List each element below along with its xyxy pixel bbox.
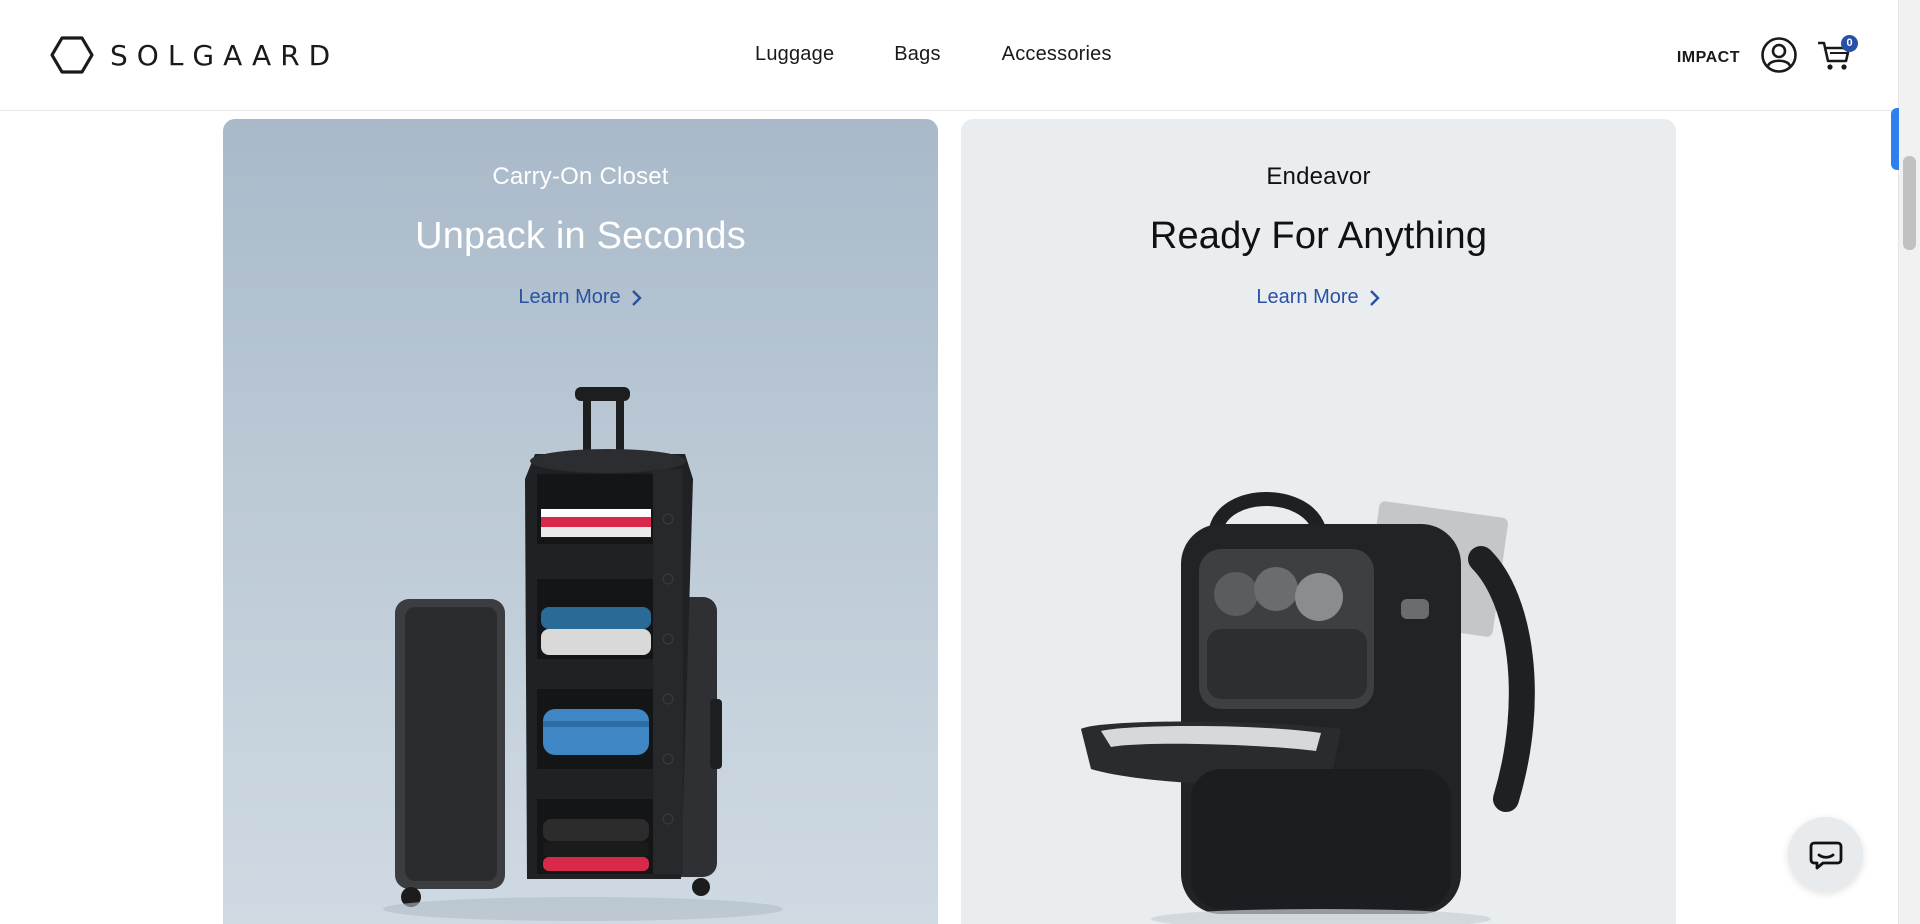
card-title: Ready For Anything: [1149, 215, 1488, 257]
learn-more-link[interactable]: Learn More: [961, 286, 1676, 309]
brand-name: SOLGAARD: [110, 38, 340, 72]
endeavor-card[interactable]: Endeavor Ready For Anything Learn More: [961, 119, 1676, 924]
nav-bags[interactable]: Bags: [894, 43, 940, 66]
endeavor-backpack-image: [1081, 492, 1535, 924]
hexagon-logo-icon: [50, 36, 94, 74]
site-header: SOLGAARD Luggage Bags Accessories IMPACT…: [0, 0, 1898, 111]
learn-more-link[interactable]: Learn More: [223, 286, 938, 309]
cart-count-badge: 0: [1841, 35, 1858, 52]
side-accent-tab[interactable]: [1891, 108, 1899, 170]
nav-luggage[interactable]: Luggage: [755, 43, 834, 66]
chat-icon: [1809, 841, 1842, 869]
page-scrollbar[interactable]: [1898, 0, 1920, 924]
learn-more-label: Learn More: [518, 286, 621, 308]
account-icon: [1761, 37, 1797, 73]
card-kicker: Endeavor: [1266, 163, 1371, 190]
card-title: Unpack in Seconds: [415, 215, 746, 257]
account-button[interactable]: [1760, 36, 1798, 79]
card-kicker: Carry-On Closet: [492, 163, 669, 190]
cart-button[interactable]: 0: [1816, 35, 1858, 78]
main-nav: Luggage Bags Accessories: [755, 43, 1172, 66]
scrollbar-thumb[interactable]: [1903, 156, 1916, 250]
chevron-right-icon: [631, 289, 642, 306]
carry-on-closet-image: [383, 387, 783, 921]
chevron-right-icon: [1369, 289, 1380, 306]
carry-on-closet-card[interactable]: Carry-On Closet Unpack in Seconds Learn …: [223, 119, 938, 924]
impact-link[interactable]: IMPACT: [1677, 49, 1740, 67]
nav-accessories[interactable]: Accessories: [1002, 43, 1112, 66]
brand-logo[interactable]: SOLGAARD: [50, 36, 339, 74]
learn-more-label: Learn More: [1256, 286, 1359, 308]
chat-button[interactable]: [1788, 817, 1863, 892]
header-tools: IMPACT 0: [1677, 35, 1858, 79]
